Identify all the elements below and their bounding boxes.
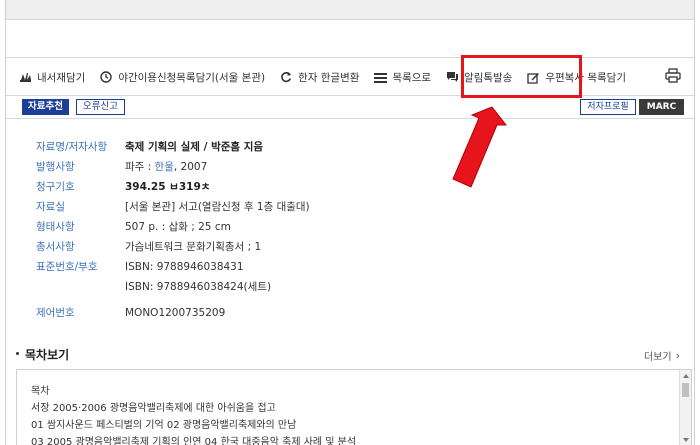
series-label: 총서사항: [36, 241, 75, 253]
sub-action-bar: 자료추천 오류신고 저자프로필 MARC: [6, 95, 694, 119]
isbn-set-value: ISBN: 9788946038424(세트): [125, 281, 272, 293]
toc-content-box[interactable]: 목차 서장 2005·2006 광명음악밸리축제에 대한 아쉬움을 접고 01 …: [16, 369, 692, 445]
record-details: 자료명/저자사항 축제 기획의 실제 / 박준흠 지음 발행사항 파주 : 한울…: [36, 137, 310, 323]
scroll-down-icon[interactable]: [683, 438, 689, 442]
toc-line: 01 쌈지사운드 페스티벌의 기억 02 광명음악밸리축제와의 만남: [31, 420, 297, 431]
location-row: 자료실 [서울 본관] 서고(열람신청 후 1층 대출대): [36, 197, 310, 217]
physical-description-row: 형태사항 507 p. : 삽화 ; 25 cm: [36, 217, 310, 237]
author-link[interactable]: 박준흠: [211, 141, 240, 153]
toc-lines: 목차 서장 2005·2006 광명음악밸리축제에 대한 아쉬움을 접고 01 …: [31, 383, 356, 445]
refresh-icon: [279, 70, 293, 84]
chevron-right-icon: ›: [675, 349, 680, 362]
hanja-convert-button[interactable]: 한자 한글변환: [279, 70, 359, 85]
call-number-label: 청구기호: [36, 181, 75, 193]
list-icon: [373, 70, 387, 84]
printer-icon: [665, 68, 681, 86]
back-to-list-label: 목록으로: [392, 71, 432, 84]
my-library-label: 내서재담기: [37, 71, 86, 84]
bookshelf-icon: [18, 70, 32, 84]
back-to-list-button[interactable]: 목록으로: [373, 70, 431, 85]
chat-icon: [445, 70, 459, 84]
isbn-row: 표준번호/부호 ISBN: 9788946038431 ISBN: 978894…: [36, 257, 310, 297]
location-value: [서울 본관] 서고(열람신청 후 1층 대출대): [125, 201, 310, 213]
publication-label: 발행사항: [36, 161, 75, 173]
toc-header: 목차보기 더보기 ›: [6, 345, 694, 365]
bullet: [16, 352, 19, 355]
toc-line: 03 2005 광명음악밸리축제 기획의 인연 04 한국 대중음악 축제 사례…: [31, 437, 357, 445]
series-row: 총서사항 가슴네트워크 문화기획총서 ; 1: [36, 237, 310, 257]
my-library-button[interactable]: 내서재담기: [18, 70, 85, 85]
scroll-thumb[interactable]: [682, 383, 689, 397]
scrollbar[interactable]: [679, 370, 691, 445]
publication-row: 발행사항 파주 : 한울, 2007: [36, 157, 310, 177]
red-arrow-annotation: [452, 106, 508, 188]
more-link[interactable]: 더보기 ›: [644, 348, 680, 363]
isbn-label: 표준번호/부호: [36, 261, 98, 273]
location-label: 자료실: [36, 201, 65, 213]
page-frame: 내서재담기 야간이용신청목록담기(서울 본관) 한자 한글변환 목록으로 알림톡…: [5, 0, 695, 445]
more-label: 더보기: [643, 352, 672, 363]
marc-button[interactable]: MARC: [639, 99, 684, 115]
call-number-value: 394.25 ㅂ319ㅊ: [125, 181, 211, 193]
hanja-convert-label: 한자 한글변환: [298, 71, 360, 84]
top-band: [6, 0, 694, 20]
action-toolbar: 내서재담기 야간이용신청목록담기(서울 본관) 한자 한글변환 목록으로 알림톡…: [18, 64, 684, 90]
toc-line: 서장 2005·2006 광명음악밸리축제에 대한 아쉬움을 접고: [31, 403, 276, 414]
highlight-box: [461, 55, 582, 98]
title-label: 자료명/저자사항: [36, 141, 108, 153]
night-use-request-button[interactable]: 야간이용신청목록담기(서울 본관): [99, 70, 265, 85]
series-value: 가슴네트워크 문화기획총서 ; 1: [125, 241, 262, 253]
title-value: 축제 기획의 실제: [125, 141, 200, 153]
scroll-up-icon[interactable]: [683, 374, 689, 378]
recommend-button[interactable]: 자료추천: [22, 99, 69, 115]
clock-icon: [99, 70, 113, 84]
toc-title: 목차보기: [25, 348, 70, 362]
toc-line: 목차: [31, 386, 50, 397]
control-number-label: 제어번호: [36, 307, 75, 319]
print-button[interactable]: [662, 67, 684, 87]
isbn-value: ISBN: 9788946038431: [125, 261, 244, 273]
report-error-button[interactable]: 오류신고: [76, 99, 125, 115]
author-profile-button[interactable]: 저자프로필: [580, 99, 636, 115]
publisher-link[interactable]: 한울: [155, 161, 174, 173]
control-number-value: MONO1200735209: [125, 307, 226, 319]
physical-description-label: 형태사항: [36, 221, 75, 233]
control-number-row: 제어번호 MONO1200735209: [36, 303, 310, 323]
title-row: 자료명/저자사항 축제 기획의 실제 / 박준흠 지음: [36, 137, 310, 157]
call-number-row: 청구기호 394.25 ㅂ319ㅊ: [36, 177, 310, 197]
divider: [6, 57, 694, 58]
physical-description-value: 507 p. : 삽화 ; 25 cm: [125, 221, 231, 233]
night-use-request-label: 야간이용신청목록담기(서울 본관): [118, 71, 266, 84]
